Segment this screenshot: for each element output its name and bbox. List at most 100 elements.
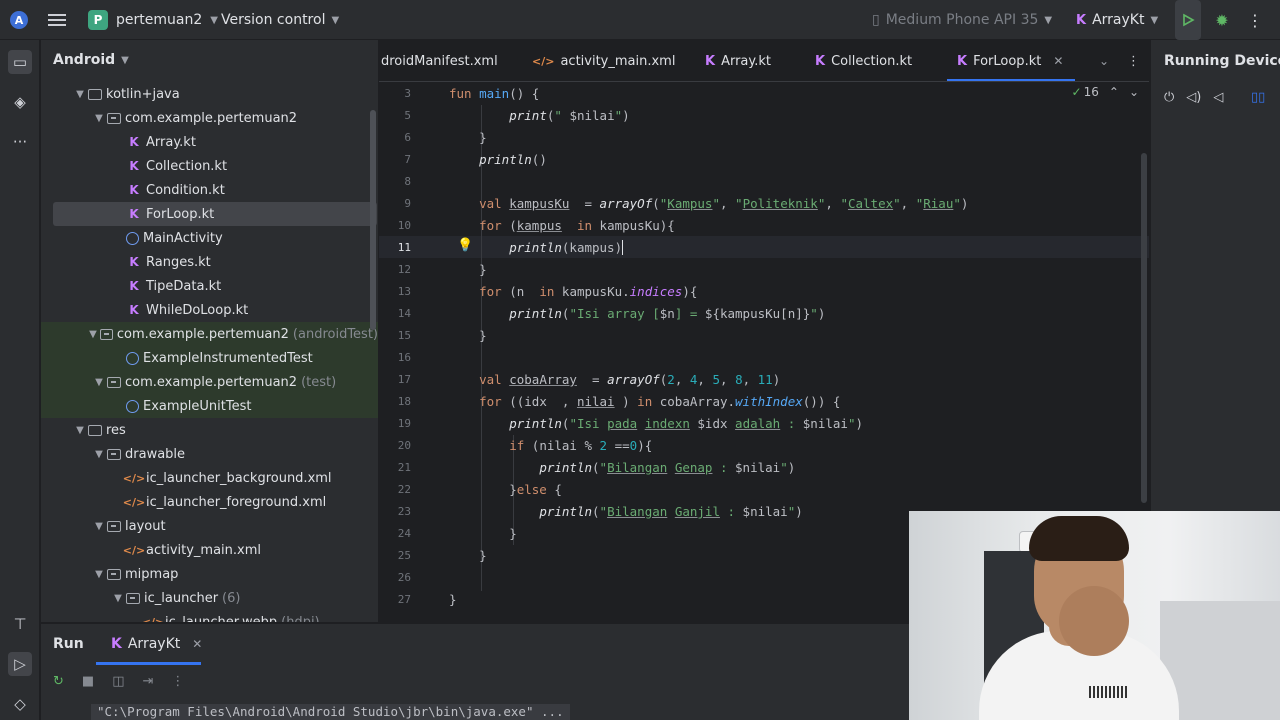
tab-array[interactable]: K Array.kt: [705, 40, 771, 81]
chevron-down-icon[interactable]: ▼: [91, 569, 107, 580]
chevron-down-icon[interactable]: ▼: [72, 425, 88, 436]
chevron-down-icon: ▼: [331, 14, 340, 26]
tabs-dropdown-button[interactable]: ⌄: [1099, 40, 1109, 81]
tree-item[interactable]: MainActivity: [41, 226, 378, 250]
close-icon[interactable]: ✕: [192, 637, 202, 651]
inspection-widget[interactable]: ✓ 16 ⌃ ⌄: [1072, 85, 1139, 99]
tree-item-label: ForLoop.kt: [146, 206, 215, 222]
project-view-selector[interactable]: Android ▼: [41, 40, 378, 80]
project-panel: Android ▼ ▼ kotlin+java ▼ com.example.perte…: [41, 40, 378, 622]
stop-icon[interactable]: ■: [82, 674, 94, 689]
tree-item[interactable]: </> ic_launcher.webp (hdpi): [41, 610, 378, 623]
code-line: }: [449, 262, 487, 277]
build-tool-button[interactable]: ⊤: [8, 612, 32, 636]
tree-item[interactable]: ▼ com.example.pertemuan2 (test): [41, 370, 378, 394]
chevron-down-icon: ▼: [1044, 14, 1053, 26]
tree-item[interactable]: </> activity_main.xml: [41, 538, 378, 562]
tree-item[interactable]: ▼ kotlin+java: [41, 82, 378, 106]
close-icon[interactable]: ✕: [1053, 54, 1063, 68]
main-menu-button[interactable]: [48, 0, 66, 40]
tree-item[interactable]: ExampleInstrumentedTest: [41, 346, 378, 370]
chevron-down-icon[interactable]: ▼: [91, 521, 107, 532]
xml-file-icon: </>: [122, 543, 146, 557]
run-button[interactable]: [1175, 0, 1201, 40]
tree-item[interactable]: ▼ drawable: [41, 442, 378, 466]
more-icon[interactable]: ⋮: [171, 674, 184, 689]
xml-file-icon: </>: [122, 471, 146, 485]
exit-icon[interactable]: ⇥: [143, 674, 154, 689]
chevron-down-icon[interactable]: ▼: [110, 593, 126, 604]
tree-item[interactable]: ▼ mipmap: [41, 562, 378, 586]
volume-down-icon[interactable]: ◁: [1213, 90, 1223, 105]
volume-up-icon[interactable]: ◁): [1186, 90, 1201, 105]
project-selector[interactable]: P pertemuan2 ▼: [88, 0, 218, 40]
android-studio-logo: A: [10, 0, 30, 40]
tree-item[interactable]: K WhileDoLoop.kt: [41, 298, 378, 322]
git-tool-button[interactable]: ◇: [8, 692, 32, 716]
line-number: 24: [397, 527, 411, 540]
resource-manager-button[interactable]: ◈: [8, 90, 32, 114]
device-selector[interactable]: ▯ Medium Phone API 35 ▼: [872, 0, 1052, 40]
running-devices-title: Running Devices: [1164, 53, 1280, 69]
tree-item[interactable]: </> ic_launcher_background.xml: [41, 466, 378, 490]
code-line: }else {: [449, 482, 562, 497]
tree-item[interactable]: ▼ com.example.pertemuan2 (androidTest): [41, 322, 378, 346]
diamond-icon: ◇: [14, 695, 26, 713]
chevron-up-icon[interactable]: ⌃: [1109, 85, 1119, 99]
tree-item[interactable]: </> ic_launcher_foreground.xml: [41, 490, 378, 514]
project-tool-button[interactable]: ▭: [8, 50, 32, 74]
tab-androidmanifest[interactable]: droidManifest.xml: [381, 40, 498, 81]
kotlin-file-icon: K: [129, 255, 139, 269]
chevron-down-icon[interactable]: ▼: [91, 449, 107, 460]
tab-forloop[interactable]: K ForLoop.kt ✕: [946, 40, 1076, 81]
run-tool-button[interactable]: ▷: [8, 652, 32, 676]
tree-item-label: com.example.pertemuan2: [125, 374, 298, 390]
tab-collection[interactable]: K Collection.kt: [815, 40, 912, 81]
code-line: }: [449, 328, 487, 343]
version-control-menu[interactable]: Version control ▼: [221, 0, 339, 40]
tree-item-label: ExampleUnitTest: [143, 398, 252, 414]
left-tool-strip: ▭ ◈ ··· ⊤ ▷ ◇: [0, 40, 40, 720]
tree-item[interactable]: K Collection.kt: [41, 154, 378, 178]
code-line: }: [449, 548, 487, 563]
chevron-down-icon[interactable]: ▼: [91, 377, 107, 388]
more-tools-button[interactable]: ···: [8, 130, 32, 154]
run-configuration-selector[interactable]: K ArrayKt ▼: [1076, 0, 1158, 40]
tree-item[interactable]: K Condition.kt: [41, 178, 378, 202]
kotlin-file-icon: K: [129, 207, 139, 221]
tree-item[interactable]: ExampleUnitTest: [41, 394, 378, 418]
chevron-down-icon[interactable]: ▼: [91, 113, 107, 124]
chevron-down-icon: ▼: [210, 14, 218, 26]
chevron-down-icon[interactable]: ▼: [72, 89, 88, 100]
package-icon: [107, 448, 121, 460]
tabs-more-button[interactable]: ⋮: [1127, 40, 1140, 81]
line-number: 14: [397, 307, 411, 320]
tree-item-label: ic_launcher.webp: [165, 614, 278, 623]
chevron-down-icon[interactable]: ⌄: [1129, 85, 1139, 99]
line-number: 6: [404, 131, 411, 144]
rerun-icon[interactable]: ↻: [53, 674, 64, 689]
scrollbar[interactable]: [370, 110, 376, 330]
line-number: 9: [404, 197, 411, 210]
tab-activity-main[interactable]: </> activity_main.xml: [532, 40, 675, 81]
package-icon: [100, 328, 113, 340]
tree-item-label: Ranges.kt: [146, 254, 211, 270]
tree-item[interactable]: ▼ com.example.pertemuan2: [41, 106, 378, 130]
hammer-icon: ⊤: [13, 615, 27, 633]
tree-item[interactable]: ▼ res: [41, 418, 378, 442]
more-actions-button[interactable]: ⋮: [1247, 0, 1263, 40]
tree-item[interactable]: ▼ ic_launcher (6): [41, 586, 378, 610]
chevron-down-icon[interactable]: ▼: [86, 329, 100, 340]
debug-button[interactable]: ✹: [1212, 0, 1232, 40]
power-icon[interactable]: ⏻: [1164, 90, 1174, 105]
editor-scrollbar[interactable]: [1141, 153, 1147, 503]
tree-item[interactable]: K Ranges.kt: [41, 250, 378, 274]
run-tab-arraykt[interactable]: K ArrayKt ✕: [101, 636, 202, 652]
camera-icon[interactable]: ◫: [112, 674, 124, 689]
tree-item[interactable]: K TipeData.kt: [41, 274, 378, 298]
folder-icon: [88, 88, 102, 100]
tree-item[interactable]: ▼ layout: [41, 514, 378, 538]
tree-item[interactable]: K Array.kt: [41, 130, 378, 154]
tree-item[interactable]: K ForLoop.kt: [53, 202, 377, 226]
rotate-icon[interactable]: ▯▯: [1251, 90, 1265, 105]
